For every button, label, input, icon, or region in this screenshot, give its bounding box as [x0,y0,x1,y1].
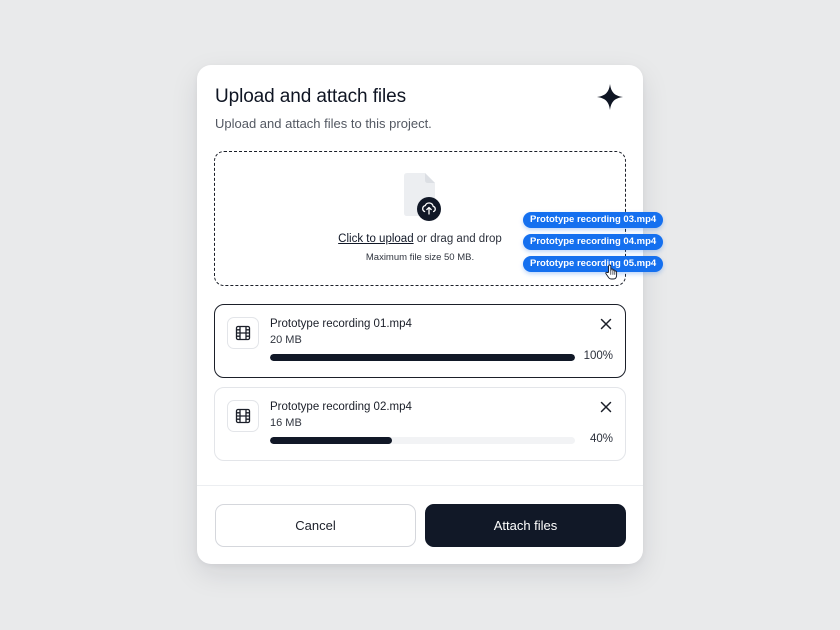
upload-progress-percent: 40% [589,433,613,445]
click-to-upload-link[interactable]: Click to upload [338,233,413,245]
upload-progress-fill [270,437,392,444]
dropzone-drag-text: or drag and drop [413,233,502,245]
hand-pointer-icon [605,264,618,280]
dialog-subtitle: Upload and attach files to this project. [215,116,432,131]
file-size: 20 MB [270,334,302,346]
attach-files-button[interactable]: Attach files [425,504,626,547]
footer-divider [197,485,643,486]
dragged-file-chip[interactable]: Prototype recording 03.mp4 [523,212,664,228]
cancel-button[interactable]: Cancel [215,504,416,547]
file-name: Prototype recording 01.mp4 [270,318,412,330]
dragged-file-chip[interactable]: Prototype recording 05.mp4 [523,256,664,272]
upload-progress-bar [270,354,575,361]
film-icon [227,400,259,432]
film-icon [227,317,259,349]
file-name: Prototype recording 02.mp4 [270,401,412,413]
file-size: 16 MB [270,417,302,429]
close-icon[interactable] [599,400,613,414]
dragged-file-chip[interactable]: Prototype recording 04.mp4 [523,234,664,250]
file-upload-icon [404,173,441,221]
file-item-1: Prototype recording 01.mp4 20 MB 100% [214,304,626,378]
upload-dialog: Upload and attach files Upload and attac… [197,65,643,564]
sparkle-icon [597,84,623,110]
upload-progress-fill [270,354,575,361]
close-icon[interactable] [599,317,613,331]
file-item-2: Prototype recording 02.mp4 16 MB 40% [214,387,626,461]
upload-progress-percent: 100% [583,350,613,362]
upload-progress-bar [270,437,575,444]
dialog-title: Upload and attach files [215,86,406,107]
